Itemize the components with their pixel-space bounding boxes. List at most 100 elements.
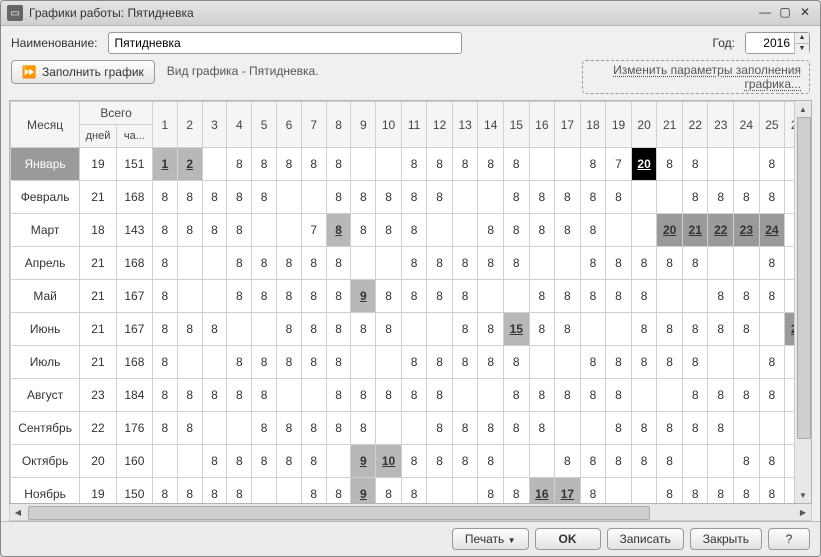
day-cell[interactable]: 8 <box>376 280 402 313</box>
day-cell[interactable]: 8 <box>227 148 252 181</box>
day-cell[interactable] <box>401 313 426 346</box>
day-cell[interactable]: 8 <box>555 181 581 214</box>
day-cell[interactable]: 8 <box>734 379 760 412</box>
day-cell[interactable]: 8 <box>682 313 708 346</box>
day-cell[interactable]: 8 <box>202 214 227 247</box>
header-day[interactable]: 1 <box>152 102 177 148</box>
day-cell[interactable]: 8 <box>401 280 426 313</box>
day-cell[interactable]: 8 <box>657 247 683 280</box>
day-cell[interactable] <box>177 445 202 478</box>
day-cell[interactable]: 8 <box>503 247 529 280</box>
day-cell[interactable] <box>202 412 227 445</box>
day-cell[interactable]: 8 <box>326 148 351 181</box>
day-cell[interactable]: 8 <box>555 445 581 478</box>
day-cell[interactable] <box>555 148 581 181</box>
day-cell[interactable]: 8 <box>580 148 606 181</box>
day-cell[interactable]: 8 <box>376 478 402 505</box>
day-cell[interactable]: 8 <box>555 280 581 313</box>
header-day[interactable]: 3 <box>202 102 227 148</box>
day-cell[interactable]: 8 <box>759 445 785 478</box>
day-cell[interactable]: 8 <box>252 247 277 280</box>
day-cell[interactable]: 8 <box>478 346 504 379</box>
day-cell[interactable]: 8 <box>657 445 683 478</box>
day-cell[interactable] <box>376 346 402 379</box>
day-cell[interactable] <box>682 445 708 478</box>
day-cell[interactable]: 8 <box>401 181 426 214</box>
day-cell[interactable]: 8 <box>478 247 504 280</box>
day-cell[interactable] <box>326 445 351 478</box>
day-cell[interactable]: 8 <box>252 379 277 412</box>
month-cell[interactable]: Июль <box>11 346 80 379</box>
day-cell[interactable]: 1 <box>152 148 177 181</box>
day-cell[interactable] <box>759 313 785 346</box>
day-cell[interactable]: 8 <box>631 313 657 346</box>
hours-cell[interactable]: 168 <box>116 346 152 379</box>
day-cell[interactable] <box>277 214 302 247</box>
day-cell[interactable] <box>631 478 657 505</box>
day-cell[interactable]: 8 <box>478 445 504 478</box>
fill-schedule-button[interactable]: ⏩ Заполнить график <box>11 60 155 84</box>
day-cell[interactable]: 8 <box>657 148 683 181</box>
scroll-right-icon[interactable]: ▶ <box>795 504 811 520</box>
year-input[interactable] <box>746 34 794 52</box>
day-cell[interactable] <box>277 181 302 214</box>
header-day[interactable]: 21 <box>657 102 683 148</box>
day-cell[interactable]: 8 <box>326 346 351 379</box>
day-cell[interactable]: 24 <box>759 214 785 247</box>
day-cell[interactable]: 8 <box>401 379 426 412</box>
day-cell[interactable]: 8 <box>301 412 326 445</box>
month-cell[interactable]: Ноябрь <box>11 478 80 505</box>
header-month[interactable]: Месяц <box>11 102 80 148</box>
header-day[interactable]: 19 <box>606 102 632 148</box>
day-cell[interactable]: 8 <box>252 148 277 181</box>
day-cell[interactable]: 8 <box>478 478 504 505</box>
day-cell[interactable]: 8 <box>202 379 227 412</box>
day-cell[interactable]: 8 <box>580 478 606 505</box>
day-cell[interactable]: 8 <box>478 214 504 247</box>
day-cell[interactable]: 10 <box>376 445 402 478</box>
day-cell[interactable]: 8 <box>277 148 302 181</box>
day-cell[interactable]: 8 <box>529 412 555 445</box>
day-cell[interactable] <box>351 247 376 280</box>
header-day[interactable]: 7 <box>301 102 326 148</box>
day-cell[interactable] <box>734 412 760 445</box>
day-cell[interactable] <box>529 346 555 379</box>
day-cell[interactable]: 22 <box>708 214 734 247</box>
day-cell[interactable]: 8 <box>503 148 529 181</box>
table-row[interactable]: Июль21168888888888888888888 <box>11 346 811 379</box>
day-cell[interactable]: 8 <box>301 148 326 181</box>
day-cell[interactable]: 8 <box>326 379 351 412</box>
day-cell[interactable]: 8 <box>580 247 606 280</box>
day-cell[interactable]: 7 <box>606 148 632 181</box>
day-cell[interactable]: 8 <box>227 181 252 214</box>
day-cell[interactable] <box>529 445 555 478</box>
day-cell[interactable]: 8 <box>401 445 426 478</box>
vertical-scrollbar[interactable]: ▲ ▼ <box>794 101 811 503</box>
day-cell[interactable]: 8 <box>759 247 785 280</box>
month-cell[interactable]: Июнь <box>11 313 80 346</box>
table-row[interactable]: Март181438888788888888820212223248 <box>11 214 811 247</box>
day-cell[interactable]: 8 <box>452 247 478 280</box>
maximize-button[interactable]: ▢ <box>776 5 794 21</box>
day-cell[interactable]: 8 <box>759 280 785 313</box>
day-cell[interactable]: 8 <box>452 313 478 346</box>
day-cell[interactable]: 8 <box>301 478 326 505</box>
day-cell[interactable] <box>376 247 402 280</box>
table-row[interactable]: Июнь21167888888888815888888826 <box>11 313 811 346</box>
day-cell[interactable]: 8 <box>401 478 426 505</box>
day-cell[interactable] <box>202 346 227 379</box>
day-cell[interactable]: 8 <box>631 445 657 478</box>
day-cell[interactable]: 8 <box>452 346 478 379</box>
day-cell[interactable] <box>202 148 227 181</box>
day-cell[interactable]: 8 <box>152 214 177 247</box>
day-cell[interactable]: 8 <box>682 247 708 280</box>
day-cell[interactable]: 8 <box>326 313 351 346</box>
header-day[interactable]: 11 <box>401 102 426 148</box>
day-cell[interactable] <box>252 313 277 346</box>
month-cell[interactable]: Сентябрь <box>11 412 80 445</box>
day-cell[interactable]: 8 <box>529 313 555 346</box>
day-cell[interactable]: 8 <box>376 214 402 247</box>
days-cell[interactable]: 21 <box>80 247 117 280</box>
day-cell[interactable] <box>708 247 734 280</box>
day-cell[interactable] <box>759 412 785 445</box>
